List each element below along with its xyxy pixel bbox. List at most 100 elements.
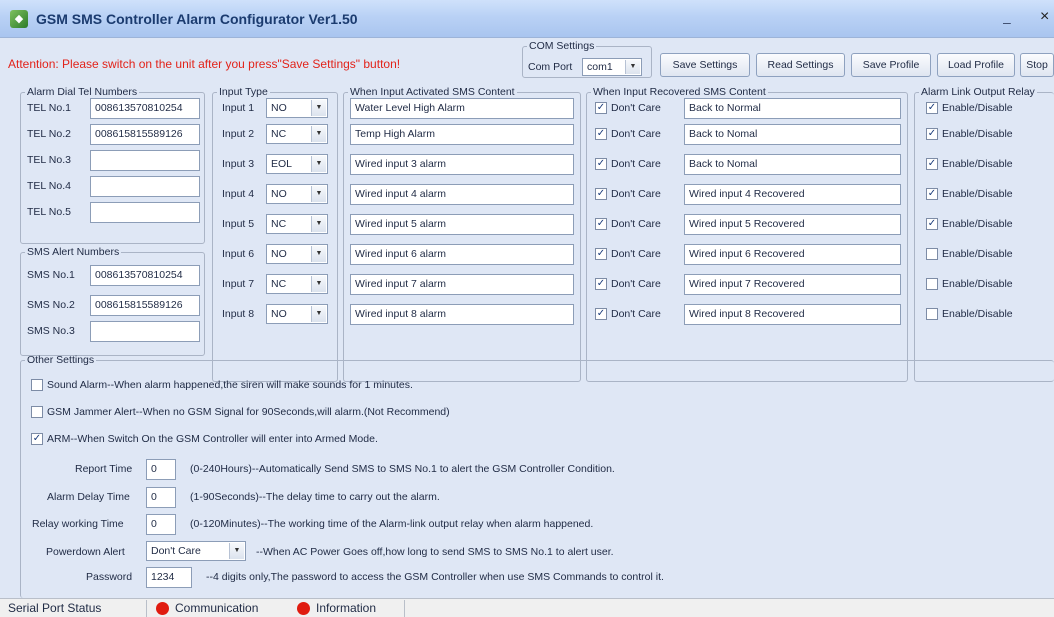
information-led-icon xyxy=(297,602,310,615)
save-settings-button[interactable]: Save Settings xyxy=(660,53,750,77)
input-type-select[interactable]: NC ▼ xyxy=(266,214,328,234)
recovered-sms-input[interactable]: Back to Nomal xyxy=(684,124,901,145)
activated-sms-input[interactable]: Water Level High Alarm xyxy=(350,98,574,119)
sound-alarm-checkbox[interactable] xyxy=(31,379,43,391)
tel-number-input[interactable] xyxy=(90,202,200,223)
relay-enable-label: Enable/Disable xyxy=(942,308,1013,320)
input-label: Input 2 xyxy=(222,128,255,140)
recovered-sms-input[interactable]: Wired input 5 Recovered xyxy=(684,214,901,235)
recovered-sms-input[interactable]: Back to Nomal xyxy=(684,154,901,175)
activated-sms-input[interactable]: Wired input 6 alarm xyxy=(350,244,574,265)
activated-sms-input[interactable]: Temp High Alarm xyxy=(350,124,574,145)
dont-care-checkbox[interactable]: ✓ xyxy=(595,188,607,200)
dont-care-checkbox[interactable]: ✓ xyxy=(595,128,607,140)
gsm-jammer-checkbox[interactable] xyxy=(31,406,43,418)
check-icon: ✓ xyxy=(927,188,937,199)
relay-enable-checkbox[interactable] xyxy=(926,248,938,260)
recovered-sms-input[interactable]: Wired input 8 Recovered xyxy=(684,304,901,325)
com-settings-legend: COM Settings xyxy=(529,40,595,52)
check-icon: ✓ xyxy=(927,128,937,139)
app-icon: ◆ xyxy=(10,10,28,28)
other-settings-legend: Other Settings xyxy=(27,354,95,366)
recovered-sms-input[interactable]: Back to Normal xyxy=(684,98,901,119)
chevron-down-icon: ▼ xyxy=(311,126,326,142)
input-type-select[interactable]: NO ▼ xyxy=(266,98,328,118)
input-label: Input 4 xyxy=(222,188,255,200)
alarm-delay-description: (1-90Seconds)--The delay time to carry o… xyxy=(190,491,440,503)
relay-enable-label: Enable/Disable xyxy=(942,128,1013,140)
sms-number-input[interactable]: 008615815589126 xyxy=(90,295,200,316)
relay-enable-checkbox[interactable]: ✓ xyxy=(926,128,938,140)
tel-label: TEL No.5 xyxy=(27,206,71,218)
arm-label: ARM--When Switch On the GSM Controller w… xyxy=(47,433,378,445)
input-label: Input 5 xyxy=(222,218,255,230)
alarm-delay-input[interactable]: 0 xyxy=(146,487,176,508)
relay-enable-checkbox[interactable]: ✓ xyxy=(926,188,938,200)
activated-sms-input[interactable]: Wired input 5 alarm xyxy=(350,214,574,235)
activated-sms-input[interactable]: Wired input 7 alarm xyxy=(350,274,574,295)
stop-button[interactable]: Stop xyxy=(1020,53,1054,77)
relay-enable-checkbox[interactable]: ✓ xyxy=(926,218,938,230)
information-status: Information xyxy=(316,601,377,615)
recovered-sms-input[interactable]: Wired input 4 Recovered xyxy=(684,184,901,205)
relay-enable-checkbox[interactable] xyxy=(926,308,938,320)
chevron-down-icon: ▼ xyxy=(311,306,326,322)
input-type-select[interactable]: NC ▼ xyxy=(266,274,328,294)
check-icon: ✓ xyxy=(927,102,937,113)
tel-label: TEL No.3 xyxy=(27,154,71,166)
tel-number-input[interactable] xyxy=(90,150,200,171)
sms-label: SMS No.3 xyxy=(27,325,75,337)
input-type-select[interactable]: EOL ▼ xyxy=(266,154,328,174)
dont-care-checkbox[interactable]: ✓ xyxy=(595,278,607,290)
password-label: Password xyxy=(86,571,133,583)
attention-message: Attention: Please switch on the unit aft… xyxy=(8,57,401,71)
dont-care-checkbox[interactable]: ✓ xyxy=(595,248,607,260)
chevron-down-icon: ▼ xyxy=(311,276,326,292)
check-icon: ✓ xyxy=(596,128,606,139)
input-type-select[interactable]: NO ▼ xyxy=(266,244,328,264)
relay-time-input[interactable]: 0 xyxy=(146,514,176,535)
input-type-select[interactable]: NC ▼ xyxy=(266,124,328,144)
activated-sms-input[interactable]: Wired input 4 alarm xyxy=(350,184,574,205)
tel-label: TEL No.2 xyxy=(27,128,71,140)
close-button[interactable]: × xyxy=(1040,8,1049,26)
dont-care-checkbox[interactable]: ✓ xyxy=(595,158,607,170)
recovered-sms-input[interactable]: Wired input 7 Recovered xyxy=(684,274,901,295)
com-port-select[interactable]: com1 ▼ xyxy=(582,58,642,76)
input-label: Input 3 xyxy=(222,158,255,170)
password-input[interactable]: 1234 xyxy=(146,567,192,588)
sms-number-input[interactable]: 008613570810254 xyxy=(90,265,200,286)
powerdown-alert-select[interactable]: Don't Care ▼ xyxy=(146,541,246,561)
save-profile-button[interactable]: Save Profile xyxy=(851,53,931,77)
chevron-down-icon: ▼ xyxy=(229,543,244,559)
relay-enable-label: Enable/Disable xyxy=(942,218,1013,230)
chevron-down-icon: ▼ xyxy=(311,100,326,116)
tel-label: TEL No.4 xyxy=(27,180,71,192)
input-type-select-value: NO xyxy=(271,248,287,260)
activated-sms-input[interactable]: Wired input 8 alarm xyxy=(350,304,574,325)
tel-number-input[interactable] xyxy=(90,176,200,197)
dont-care-checkbox[interactable]: ✓ xyxy=(595,308,607,320)
sms-number-input[interactable] xyxy=(90,321,200,342)
check-icon: ✓ xyxy=(596,188,606,199)
input-type-select[interactable]: NO ▼ xyxy=(266,184,328,204)
arm-checkbox[interactable]: ✓ xyxy=(31,433,43,445)
status-bar: Serial Port Status Communication Informa… xyxy=(0,598,1054,617)
relay-enable-checkbox[interactable]: ✓ xyxy=(926,158,938,170)
read-settings-button[interactable]: Read Settings xyxy=(756,53,845,77)
check-icon: ✓ xyxy=(596,308,606,319)
relay-enable-checkbox[interactable]: ✓ xyxy=(926,102,938,114)
relay-enable-checkbox[interactable] xyxy=(926,278,938,290)
dont-care-checkbox[interactable]: ✓ xyxy=(595,218,607,230)
input-label: Input 1 xyxy=(222,102,255,114)
minimize-button[interactable]: – xyxy=(1003,14,1011,30)
report-time-input[interactable]: 0 xyxy=(146,459,176,480)
load-profile-button[interactable]: Load Profile xyxy=(937,53,1015,77)
input-type-select[interactable]: NO ▼ xyxy=(266,304,328,324)
tel-number-input[interactable]: 008615815589126 xyxy=(90,124,200,145)
recovered-sms-input[interactable]: Wired input 6 Recovered xyxy=(684,244,901,265)
dont-care-label: Don't Care xyxy=(611,278,661,290)
activated-sms-input[interactable]: Wired input 3 alarm xyxy=(350,154,574,175)
dont-care-checkbox[interactable]: ✓ xyxy=(595,102,607,114)
tel-number-input[interactable]: 008613570810254 xyxy=(90,98,200,119)
